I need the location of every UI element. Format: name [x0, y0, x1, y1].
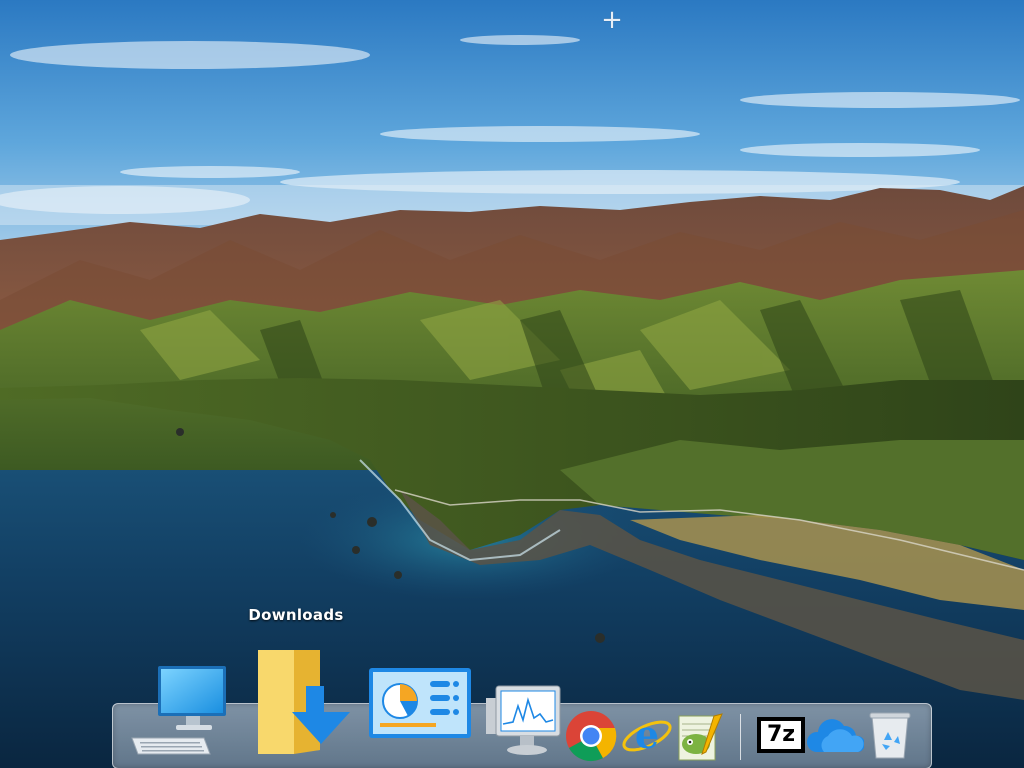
svg-text:e: e	[635, 712, 659, 757]
dock-item-performance-monitor[interactable]	[480, 684, 562, 758]
dock-item-this-pc[interactable]	[130, 662, 230, 756]
dock-item-chrome[interactable]	[565, 710, 617, 762]
desktop: + Downloads e 7z	[0, 0, 1024, 768]
performance-monitor-icon	[486, 685, 561, 755]
dock-item-onedrive[interactable]	[806, 714, 864, 756]
dock-item-downloads[interactable]	[254, 646, 352, 758]
crosshair-cursor-icon: +	[601, 5, 623, 35]
dock-item-control-panel[interactable]	[368, 667, 472, 739]
computer-icon	[131, 666, 226, 755]
notepad-plus-plus-icon	[678, 713, 723, 761]
onedrive-icon	[807, 719, 864, 752]
dock-item-notepad-plus-plus[interactable]	[676, 712, 726, 762]
control-panel-icon	[369, 668, 471, 738]
dock-item-recycle-bin[interactable]	[866, 710, 914, 760]
dock-item-internet-explorer[interactable]: e	[620, 708, 674, 762]
desktop-wallpaper	[0, 0, 1024, 768]
7zip-label: 7z	[766, 722, 796, 747]
chrome-icon	[566, 711, 617, 762]
dock-separator	[740, 714, 741, 760]
internet-explorer-icon: e	[622, 712, 672, 757]
recycle-bin-icon	[869, 712, 911, 759]
dock-tooltip: Downloads	[248, 606, 344, 624]
downloads-folder-icon	[258, 650, 350, 754]
dock-item-7zip[interactable]: 7z	[756, 716, 806, 754]
